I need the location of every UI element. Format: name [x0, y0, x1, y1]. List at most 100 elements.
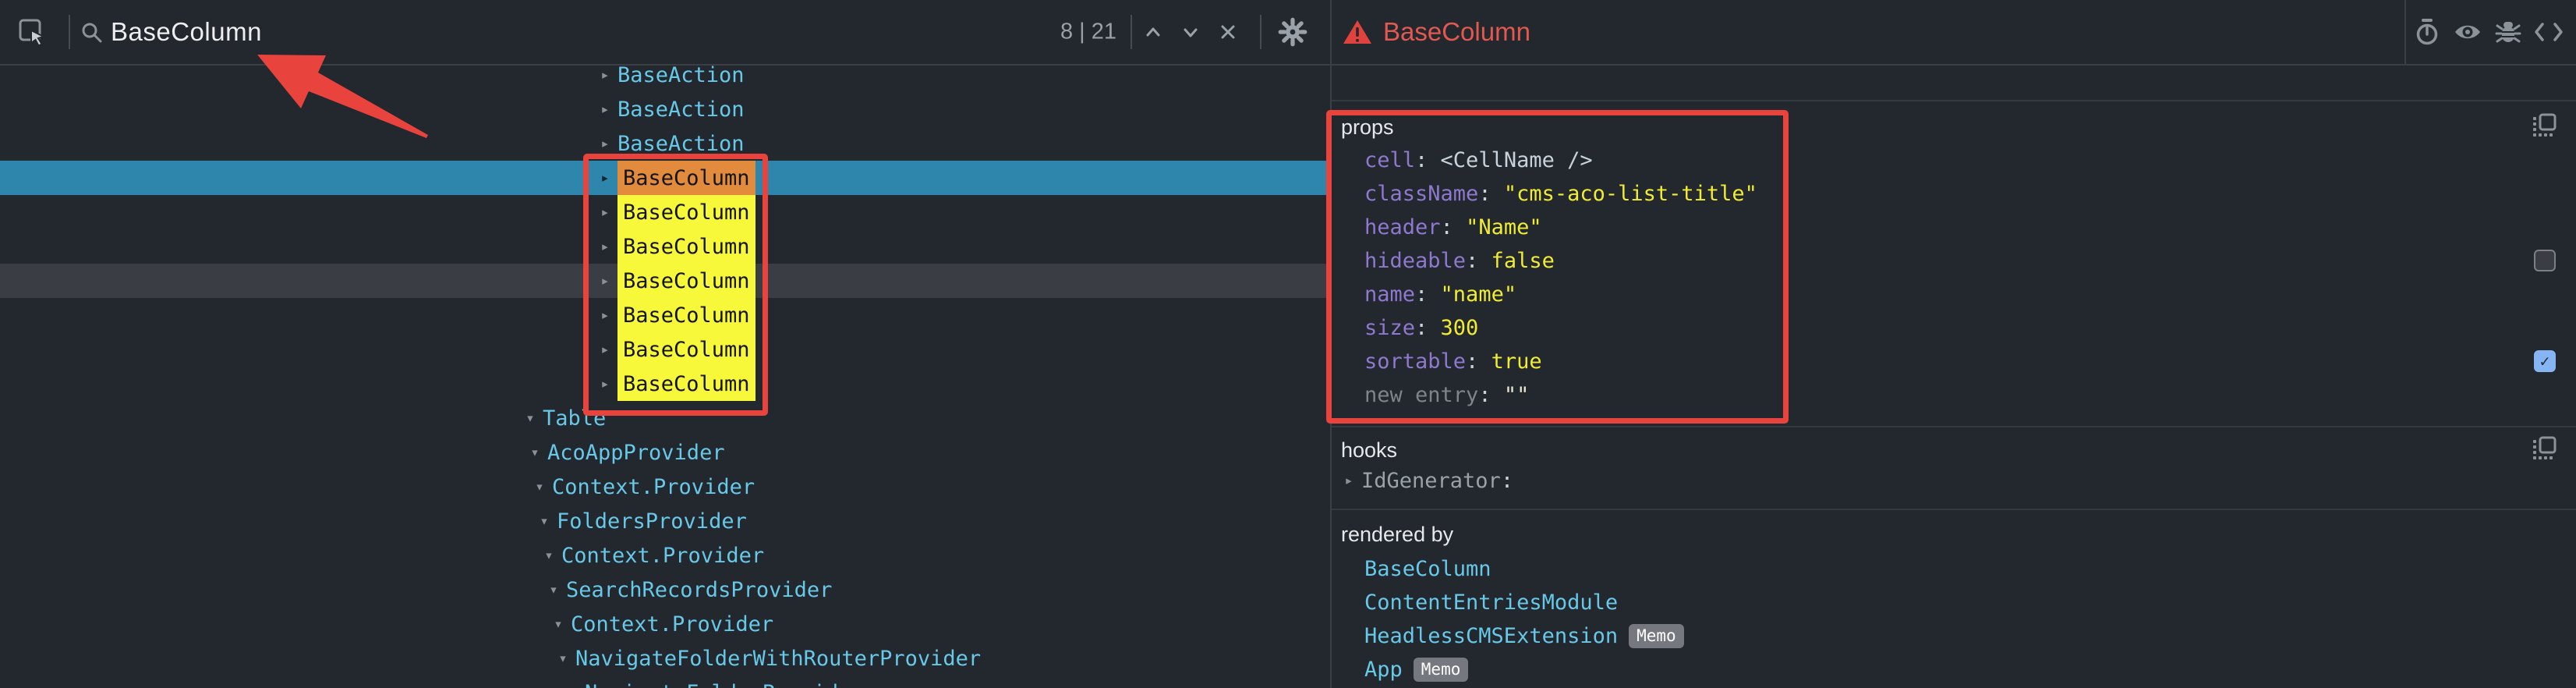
- component-name: Context.Provider: [552, 470, 755, 504]
- tree-row[interactable]: ▸ BaseAction: [0, 66, 1330, 92]
- disclosure-triangle-icon[interactable]: ▾: [530, 478, 549, 495]
- disclosure-triangle-icon[interactable]: ▸: [596, 238, 614, 255]
- disclosure-triangle-icon[interactable]: ▾: [549, 615, 568, 633]
- tree-row[interactable]: ▾ Context.Provider: [0, 470, 1330, 504]
- memo-badge: Memo: [1629, 624, 1684, 648]
- disclosure-triangle-icon[interactable]: ▸: [596, 66, 614, 83]
- previous-match-button[interactable]: [1141, 20, 1165, 44]
- component-name: BaseColumn: [617, 367, 755, 401]
- component-name: SearchRecordsProvider: [566, 573, 832, 607]
- disclosure-triangle-icon[interactable]: ▾: [525, 444, 544, 461]
- next-match-button[interactable]: [1179, 20, 1202, 44]
- disclosure-triangle-icon[interactable]: ▸: [596, 341, 614, 358]
- prop-value[interactable]: <CellName />: [1441, 148, 1593, 172]
- disclosure-triangle-icon[interactable]: ▸: [596, 135, 614, 152]
- tree-row[interactable]: ▾ SearchRecordsProvider: [0, 573, 1330, 607]
- tree-row[interactable]: ▾ NavigateFolderWithRouterProvider: [0, 641, 1330, 676]
- prop-row[interactable]: header : "Name": [1332, 211, 2576, 244]
- prop-row[interactable]: new entry : "": [1332, 378, 2576, 412]
- copy-hooks-button[interactable]: [2531, 435, 2557, 466]
- tree-row[interactable]: ▾ Context.Provider: [0, 607, 1330, 641]
- settings-button[interactable]: [1277, 16, 1308, 48]
- component-tree: ▸ BaseAction ▸ BaseAction ▸ BaseAction ▸…: [0, 66, 1330, 688]
- disclosure-triangle-icon[interactable]: ▸: [596, 101, 614, 118]
- tree-row[interactable]: ▸ BaseColumn: [0, 367, 1330, 401]
- prop-key: sortable: [1364, 349, 1466, 374]
- prop-value[interactable]: true: [1491, 349, 1542, 374]
- prop-value[interactable]: false: [1491, 249, 1555, 273]
- rendered-by-row: App Memo: [1332, 653, 2576, 686]
- prop-key: name: [1364, 282, 1415, 307]
- disclosure-triangle-icon[interactable]: ▾: [521, 410, 540, 427]
- tree-row[interactable]: ▾ NavigateFolderProvider: [0, 676, 1330, 688]
- eye-icon: [2453, 20, 2482, 44]
- disclosure-triangle-icon[interactable]: ▸: [596, 204, 614, 221]
- disclosure-triangle-icon[interactable]: ▸: [1339, 472, 1358, 489]
- prop-value[interactable]: 300: [1441, 316, 1479, 340]
- prop-colon: :: [1478, 383, 1504, 407]
- rendered-by-link[interactable]: BaseColumn: [1364, 557, 1491, 581]
- prop-row[interactable]: hideable : false: [1332, 244, 2576, 278]
- prop-key: className: [1364, 182, 1478, 206]
- view-source-button[interactable]: [2534, 20, 2564, 44]
- suspend-component-button[interactable]: [2414, 18, 2440, 46]
- prop-row[interactable]: name : "name": [1332, 278, 2576, 311]
- component-name: NavigateFolderProvider: [585, 676, 864, 688]
- tree-row[interactable]: ▸ BaseAction: [0, 126, 1330, 161]
- component-name: BaseColumn: [617, 195, 755, 229]
- component-name: Table: [543, 401, 606, 435]
- tree-row[interactable]: ▸ BaseColumn: [0, 161, 1330, 195]
- search-icon: [80, 20, 103, 44]
- hook-row[interactable]: ▸ IdGenerator :: [1332, 463, 2576, 498]
- boolean-checkbox[interactable]: [2534, 250, 2556, 271]
- prop-colon: :: [1478, 182, 1504, 206]
- clear-search-button[interactable]: [1216, 20, 1240, 44]
- prop-key: cell: [1364, 148, 1415, 172]
- inspect-dom-button[interactable]: [2453, 20, 2482, 44]
- prop-row[interactable]: size : 300: [1332, 311, 2576, 345]
- tree-row[interactable]: ▸ BaseColumn: [0, 298, 1330, 332]
- tree-row[interactable]: ▾ FoldersProvider: [0, 504, 1330, 538]
- prop-value[interactable]: "name": [1441, 282, 1517, 307]
- boolean-checkbox[interactable]: ✓: [2534, 350, 2556, 372]
- tree-row[interactable]: ▾ AcoAppProvider: [0, 435, 1330, 470]
- disclosure-triangle-icon[interactable]: ▸: [596, 169, 614, 186]
- prop-row[interactable]: cell : <CellName />: [1332, 144, 2576, 177]
- tree-row[interactable]: ▸ BaseColumn: [0, 229, 1330, 264]
- rendered-by-link[interactable]: ContentEntriesModule: [1364, 590, 1618, 615]
- rendered-by-link[interactable]: HeadlessCMSExtension: [1364, 624, 1618, 648]
- tree-row[interactable]: ▸ BaseColumn: [0, 264, 1330, 298]
- copy-props-button[interactable]: [2531, 112, 2557, 143]
- prop-row[interactable]: sortable : true ✓: [1332, 345, 2576, 378]
- disclosure-triangle-icon[interactable]: ▸: [596, 272, 614, 289]
- inspect-element-button[interactable]: [17, 17, 47, 47]
- component-name: FoldersProvider: [557, 504, 747, 538]
- log-component-data-button[interactable]: [2495, 19, 2521, 45]
- details-panel: BaseColumn: [1332, 0, 2576, 688]
- disclosure-triangle-icon[interactable]: ▾: [544, 581, 563, 598]
- rendered-by-list: BaseColumn ContentEntriesModule Headless…: [1332, 552, 2576, 686]
- disclosure-triangle-icon[interactable]: ▾: [563, 684, 582, 688]
- details-header-actions: [2414, 0, 2564, 64]
- rendered-by-link[interactable]: App: [1364, 658, 1403, 682]
- prop-key: new entry: [1364, 383, 1478, 407]
- search-input[interactable]: BaseColumn: [111, 17, 262, 47]
- prop-value[interactable]: "": [1504, 383, 1530, 407]
- props-section-label: props: [1332, 114, 2576, 140]
- disclosure-triangle-icon[interactable]: ▾: [540, 547, 558, 564]
- prop-row[interactable]: className : "cms-aco-list-title": [1332, 177, 2576, 211]
- prop-value[interactable]: "Name": [1466, 215, 1542, 239]
- rendered-by-row: HeadlessCMSExtension Memo: [1332, 619, 2576, 653]
- tree-row[interactable]: ▸ BaseAction: [0, 92, 1330, 126]
- tree-row[interactable]: ▸ BaseColumn: [0, 332, 1330, 367]
- details-header: BaseColumn: [1332, 0, 2576, 66]
- tree-row[interactable]: ▸ BaseColumn: [0, 195, 1330, 229]
- disclosure-triangle-icon[interactable]: ▾: [554, 650, 572, 667]
- disclosure-triangle-icon[interactable]: ▸: [596, 375, 614, 392]
- copy-icon: [2531, 112, 2557, 139]
- tree-row[interactable]: ▾ Table: [0, 401, 1330, 435]
- disclosure-triangle-icon[interactable]: ▸: [596, 307, 614, 324]
- disclosure-triangle-icon[interactable]: ▾: [535, 512, 554, 530]
- prop-value[interactable]: "cms-aco-list-title": [1504, 182, 1757, 206]
- tree-row[interactable]: ▾ Context.Provider: [0, 538, 1330, 573]
